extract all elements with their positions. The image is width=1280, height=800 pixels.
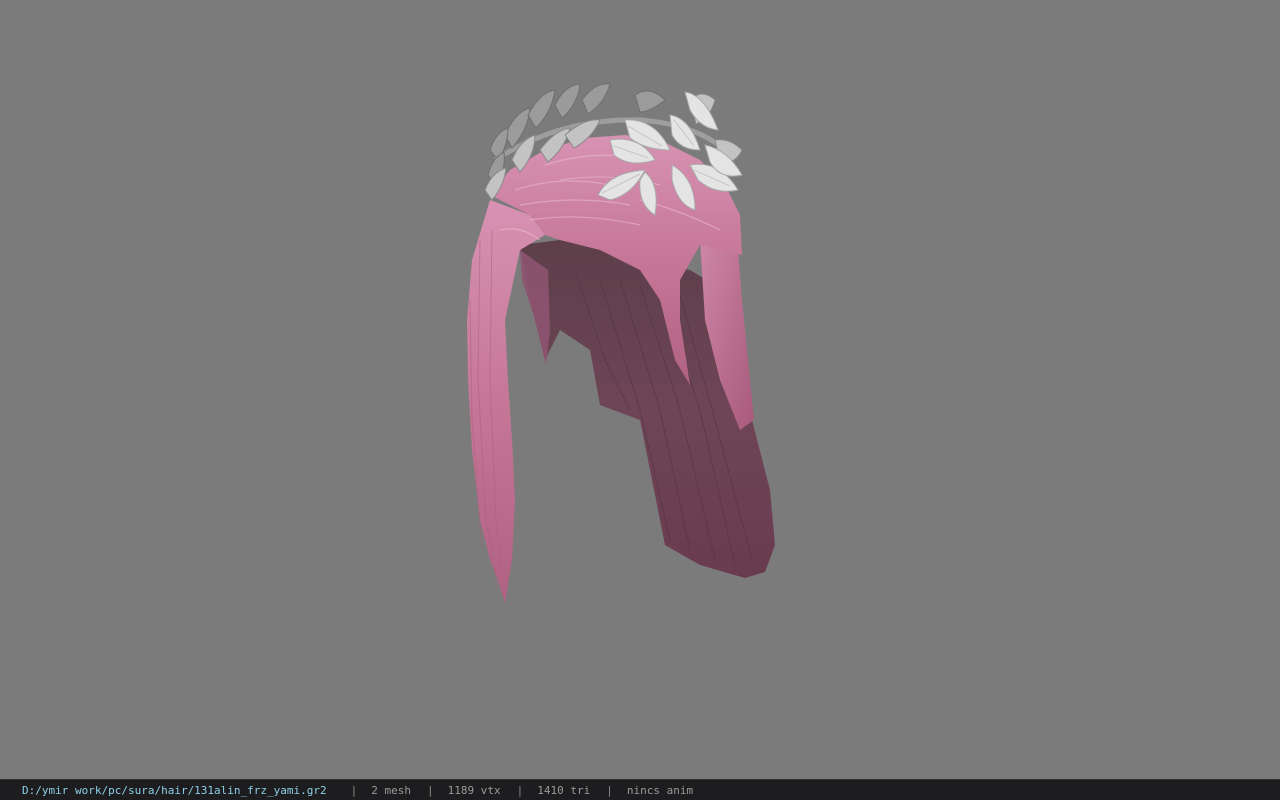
file-path: D:/ymir work/pc/sura/hair/131alin_frz_ya… <box>22 783 327 797</box>
separator: | <box>606 783 613 797</box>
hair-model[interactable] <box>0 0 1280 779</box>
vertex-count: 1189 vtx <box>447 783 501 797</box>
animation-status: nincs anim <box>626 783 694 797</box>
separator: | <box>427 783 434 797</box>
status-bar: D:/ymir work/pc/sura/hair/131alin_frz_ya… <box>0 779 1280 800</box>
separator: | <box>350 783 358 797</box>
mesh-count: 2 mesh <box>371 783 412 797</box>
3d-viewport[interactable] <box>0 0 1280 779</box>
separator: | <box>516 783 524 797</box>
triangle-count: 1410 tri <box>537 783 591 797</box>
